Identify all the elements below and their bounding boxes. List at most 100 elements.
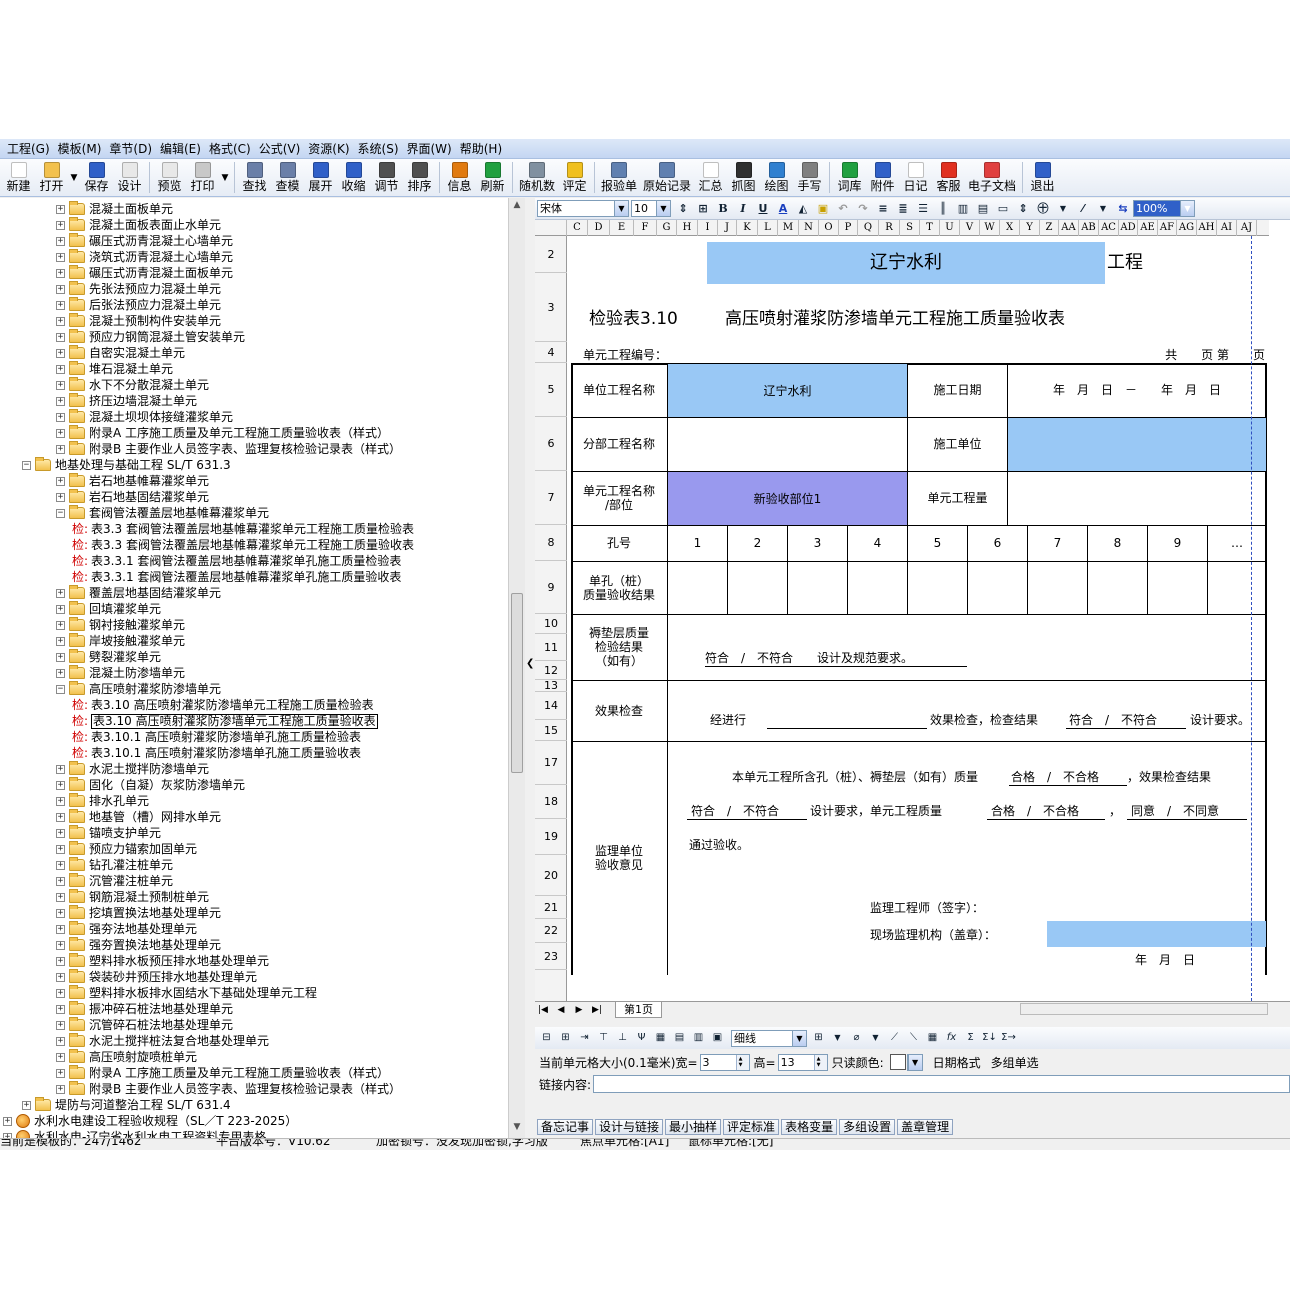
image-icon[interactable]: ▣ [709, 1030, 726, 1046]
expand-node-icon[interactable]: + [56, 876, 65, 886]
align-center-icon[interactable]: ≣ [894, 200, 912, 218]
menu-item-0[interactable]: 工程(G) [6, 140, 57, 157]
expand-node-icon[interactable]: + [56, 844, 65, 854]
row-icon[interactable]: ⊤ [595, 1030, 612, 1046]
opinion-line-2e[interactable]: 同意 / 不同意 [1131, 803, 1251, 819]
column-header-cell[interactable]: E [610, 220, 634, 236]
column-header-cell[interactable]: V [960, 220, 980, 236]
opinion-line-1c[interactable]: ，效果检查结果 [1127, 769, 1227, 785]
panel-tab[interactable]: 表格变量 [781, 1119, 838, 1135]
tree-leaf[interactable]: 检: 表3.3 套阀管法覆盖层地基帷幕灌浆单元工程施工质量验收表 [72, 537, 414, 553]
expand-node-icon[interactable]: + [56, 1020, 65, 1030]
tree-node[interactable]: + 覆盖层地基固结灌浆单元 [56, 585, 221, 601]
width-input[interactable]: 3 [699, 1053, 750, 1071]
expand-node-icon[interactable]: + [56, 764, 65, 774]
expand-node-icon[interactable]: + [56, 604, 65, 614]
tree-node[interactable]: + 自密实混凝土单元 [56, 345, 185, 361]
row-header-cell[interactable]: 9 [535, 561, 567, 614]
tree-node[interactable]: + 水利水电建设工程验收规程（SL／T 223-2025） [3, 1113, 297, 1129]
row-header-cell[interactable]: 4 [535, 342, 567, 363]
tree-node[interactable]: + 水下不分散混凝土单元 [56, 377, 209, 393]
column-header-cell[interactable]: N [799, 220, 819, 236]
column-header-cell[interactable]: J [718, 220, 737, 236]
filter-icon[interactable]: Ψ [633, 1030, 650, 1046]
tree-node[interactable]: + 水泥土搅拌防渗墙单元 [56, 761, 209, 777]
chevron-down-icon[interactable]: ▼ [219, 159, 231, 196]
panel-tab[interactable]: 设计与链接 [595, 1119, 664, 1135]
row-header-cell[interactable]: 8 [535, 525, 567, 561]
toolbar-diary-button[interactable]: 日记 [899, 159, 932, 196]
expand-node-icon[interactable]: + [56, 268, 65, 278]
zoom-select[interactable]: 100% ▼ [1133, 200, 1195, 217]
expand-node-icon[interactable]: + [56, 780, 65, 790]
expand-node-icon[interactable]: + [56, 972, 65, 982]
tree-node[interactable]: + 袋装砂井预压排水地基处理单元 [56, 969, 257, 985]
element-name-value[interactable]: 新验收部位1 [668, 472, 907, 525]
hole-number-cell[interactable]: 8 [1088, 525, 1147, 561]
tree-scrollbar[interactable]: ▲ ▼ [508, 198, 525, 1138]
height-input[interactable]: 13 [777, 1053, 828, 1071]
column-header-cell[interactable]: H [677, 220, 698, 236]
line-style-select[interactable]: 细线 ▼ [731, 1029, 807, 1047]
expand-node-icon[interactable]: + [56, 284, 65, 294]
tree-leaf[interactable]: 检: 表3.3.1 套阀管法覆盖层地基帷幕灌浆单孔施工质量检验表 [72, 553, 401, 569]
opinion-line-2a[interactable]: 符合 / 不符合 [691, 803, 811, 819]
barcode2-icon[interactable]: ▥ [954, 200, 972, 218]
menu-item-4[interactable]: 格式(C) [208, 140, 258, 157]
tree-leaf[interactable]: 检: 表3.3 套阀管法覆盖层地基帷幕灌浆单元工程施工质量检验表 [72, 521, 414, 537]
row-header-cell[interactable]: 3 [535, 273, 567, 342]
chevron-down-icon[interactable]: ▼ [829, 1030, 846, 1046]
font-select[interactable]: 宋体 ▼ [537, 200, 629, 217]
expand-node-icon[interactable]: + [56, 236, 65, 246]
quantity-value[interactable] [1008, 472, 1266, 525]
collapse-node-icon[interactable]: − [56, 508, 65, 518]
sum-col-icon[interactable]: Σ→ [1000, 1030, 1017, 1046]
effect-text-1[interactable]: 经进行 [710, 712, 770, 728]
sum-row-icon[interactable]: Σ↓ [981, 1030, 998, 1046]
column-header-cell[interactable]: G [657, 220, 677, 236]
horizontal-scrollbar[interactable] [1020, 1003, 1268, 1015]
column-header-cell[interactable]: S [900, 220, 920, 236]
tree-node[interactable]: + 塑料排水板排水固结水下基础处理单元工程 [56, 985, 317, 1001]
expand-node-icon[interactable]: + [22, 1100, 31, 1110]
tree-node[interactable]: + 水泥土搅拌桩法复合地基处理单元 [56, 1033, 269, 1049]
sub-project-label[interactable]: 分部工程名称 [571, 417, 667, 471]
panel-tab[interactable]: 最小抽样 [665, 1119, 722, 1135]
column-header-cell[interactable]: T [920, 220, 940, 236]
tree-node[interactable]: + 混凝土坝坝体接缝灌浆单元 [56, 409, 233, 425]
scroll-down-icon[interactable]: ▼ [509, 1120, 525, 1135]
expand-node-icon[interactable]: + [56, 348, 65, 358]
expand-node-icon[interactable]: + [56, 652, 65, 662]
column-header-cell[interactable]: AJ [1237, 220, 1257, 236]
border-icon[interactable]: ⊞ [810, 1030, 827, 1046]
expand-node-icon[interactable]: + [56, 940, 65, 950]
column-header-cell[interactable]: P [839, 220, 858, 236]
column-header-cell[interactable]: M [778, 220, 799, 236]
spin-icon[interactable]: ⇕ [674, 200, 692, 218]
hole-number-cell[interactable]: … [1208, 525, 1266, 561]
hole-number-cell[interactable]: 7 [1028, 525, 1087, 561]
column-header-cell[interactable]: L [758, 220, 778, 236]
row-header-cell[interactable]: 18 [535, 785, 567, 819]
tree-node[interactable]: + 钢筋混凝土预制桩单元 [56, 889, 209, 905]
hole-number-cell[interactable]: 9 [1148, 525, 1207, 561]
sub-project-value[interactable] [668, 418, 907, 471]
prev-sheet-icon[interactable]: ◀ [553, 1002, 569, 1018]
scroll-thumb[interactable] [511, 593, 523, 773]
expand-node-icon[interactable]: + [56, 204, 65, 214]
toolbar-save-button[interactable]: 保存 [80, 159, 113, 196]
expand-node-icon[interactable]: + [56, 220, 65, 230]
column-header-cell[interactable]: R [879, 220, 900, 236]
expand-node-icon[interactable]: + [56, 364, 65, 374]
bold-icon[interactable]: B [714, 200, 732, 218]
menu-item-2[interactable]: 章节(D) [108, 140, 159, 157]
hole-number-cell[interactable]: 6 [968, 525, 1027, 561]
row-header-cell[interactable]: 19 [535, 819, 567, 855]
column-header-cell[interactable]: C [567, 220, 588, 236]
toolbar-info-button[interactable]: 信息 [443, 159, 476, 196]
expand-node-icon[interactable]: + [56, 620, 65, 630]
column-header-cell[interactable]: AI [1217, 220, 1237, 236]
column-header-cell[interactable]: W [980, 220, 1000, 236]
expand-node-icon[interactable]: + [56, 476, 65, 486]
expand-node-icon[interactable]: + [56, 1052, 65, 1062]
